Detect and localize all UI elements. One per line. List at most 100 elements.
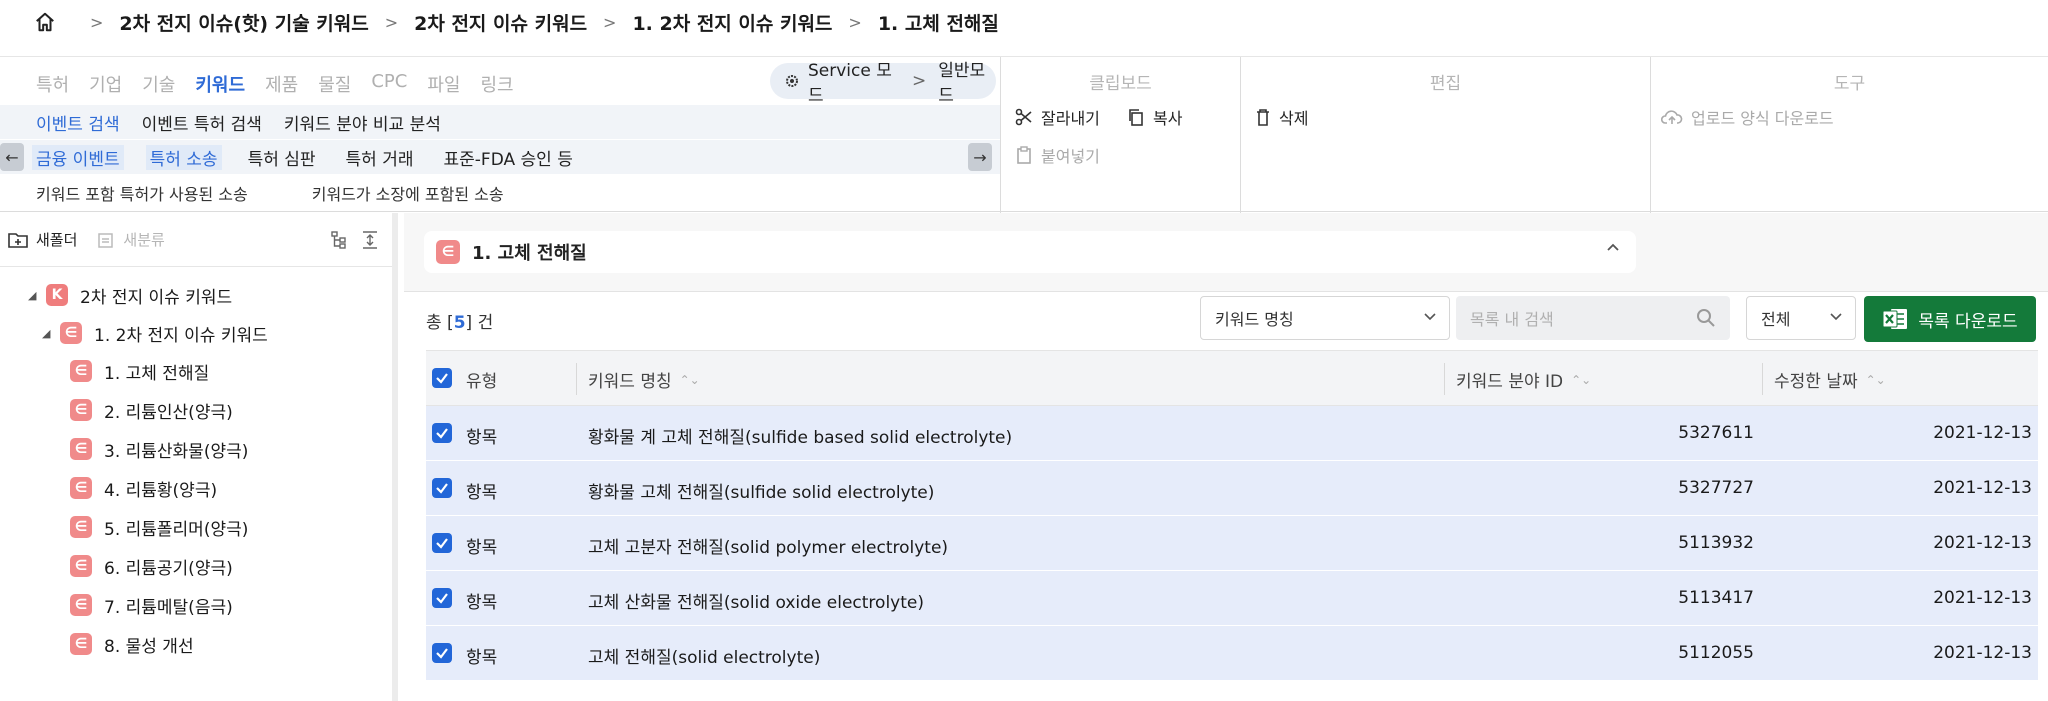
normal-mode-label[interactable]: 일반모드 (938, 56, 996, 106)
menu-event-search[interactable]: 이벤트 검색 (36, 110, 120, 135)
breadcrumb-item[interactable]: 2차 전지 이슈(핫) 기술 키워드 (119, 9, 368, 36)
tab-cpc[interactable]: CPC (371, 71, 407, 97)
expand-triangle-icon[interactable]: ◢ (42, 327, 54, 340)
arrow-right-icon[interactable]: → (968, 143, 992, 171)
menu-patent-litigation[interactable]: 특허 소송 (145, 144, 222, 170)
table-header: 유형 키워드 명칭 ⌃⌄ 키워드 분야 ID ⌃⌄ 수정한 날짜 ⌃⌄ (426, 350, 2038, 406)
home-icon[interactable] (34, 11, 56, 33)
row-keyword-name[interactable]: 고체 고분자 전해질(solid polymer electrolyte) (588, 533, 948, 558)
field-select[interactable]: 키워드 명칭 (1200, 296, 1450, 340)
tree-root[interactable]: ◢ K 2차 전지 이슈 키워드 (28, 281, 232, 309)
collapse-all-icon[interactable] (362, 231, 378, 249)
row-checkbox[interactable] (432, 588, 452, 608)
menu-patent-trial[interactable]: 특허 심판 (244, 145, 320, 170)
tab-file[interactable]: 파일 (427, 71, 460, 97)
breadcrumb-item[interactable]: 2차 전지 이슈 키워드 (414, 9, 587, 36)
tree-node-icon: ∈ (70, 360, 92, 382)
list-download-button[interactable]: 목록 다운로드 (1864, 296, 2036, 342)
tab-keyword[interactable]: 키워드 (195, 71, 245, 97)
chevron-up-icon[interactable] (1606, 242, 1620, 252)
table-row[interactable]: 항목 고체 산화물 전해질(solid oxide electrolyte) 511… (426, 571, 2038, 626)
new-folder-button[interactable]: 새폴더 (8, 229, 77, 250)
search-placeholder: 목록 내 검색 (1470, 310, 1554, 329)
table-row[interactable]: 항목 황화물 고체 전해질(sulfide solid electrolyte) 5… (426, 461, 2038, 516)
row-checkbox[interactable] (432, 478, 452, 498)
clipboard-icon (1015, 146, 1041, 164)
menu-standard-fda[interactable]: 표준-FDA 승인 등 (440, 145, 577, 170)
menu-finance-event[interactable]: 금융 이벤트 (32, 144, 124, 170)
tree-node-icon: ∈ (70, 555, 92, 577)
tree-item[interactable]: ∈ 4. 리튬황(양극) (70, 474, 217, 502)
search-input[interactable]: 목록 내 검색 (1456, 296, 1730, 340)
row-type: 항목 (466, 483, 498, 503)
tree-item[interactable]: ∈ 3. 리튬산화물(양극) (70, 435, 248, 463)
paste-button[interactable]: 붙여넣기 (1015, 143, 1100, 167)
expand-triangle-icon[interactable]: ◢ (28, 289, 40, 302)
row-modified-date: 2021-12-13 (1933, 478, 2032, 498)
menu-litigation-in-complaint[interactable]: 키워드가 소장에 포함된 소송 (312, 181, 504, 205)
menu-litigation-using-patent[interactable]: 키워드 포함 특허가 사용된 소송 (36, 181, 248, 205)
select-all-checkbox[interactable] (432, 368, 452, 388)
column-keyword-name[interactable]: 키워드 명칭 ⌃⌄ (588, 367, 700, 392)
tab-material[interactable]: 물질 (318, 71, 351, 97)
row-checkbox[interactable] (432, 423, 452, 443)
column-modified-date[interactable]: 수정한 날짜 ⌃⌄ (1774, 367, 1886, 392)
delete-button[interactable]: 삭제 (1255, 105, 1308, 129)
tree-item[interactable]: ∈ 7. 리튬메탈(음극) (70, 591, 233, 619)
tree-item[interactable]: ∈ 1. 고체 전해질 (70, 357, 209, 385)
arrow-left-icon[interactable]: ← (0, 143, 24, 171)
row-modified-date: 2021-12-13 (1933, 533, 2032, 553)
tree-item[interactable]: ∈ 2. 리튬인산(양극) (70, 396, 233, 424)
sub-menu-row3: 키워드 포함 특허가 사용된 소송 키워드가 소장에 포함된 소송 (36, 181, 568, 205)
row-keyword-name[interactable]: 황화물 계 고체 전해질(sulfide based solid electro… (588, 423, 1012, 448)
tree-structure-icon[interactable] (330, 231, 348, 249)
row-keyword-name[interactable]: 고체 전해질(solid electrolyte) (588, 643, 820, 668)
column-field-id[interactable]: 키워드 분야 ID ⌃⌄ (1456, 367, 1591, 392)
copy-button[interactable]: 복사 (1127, 105, 1182, 129)
new-category-button[interactable]: 새분류 (97, 229, 165, 250)
cut-button[interactable]: 잘라내기 (1015, 105, 1100, 129)
tab-company[interactable]: 기업 (89, 71, 122, 97)
chevron-down-icon (1423, 309, 1437, 323)
row-type: 항목 (466, 648, 498, 668)
row-keyword-name[interactable]: 황화물 고체 전해질(sulfide solid electrolyte) (588, 478, 934, 503)
tab-patent[interactable]: 특허 (36, 71, 69, 97)
trash-icon (1255, 108, 1279, 126)
row-checkbox[interactable] (432, 643, 452, 663)
sort-icon[interactable]: ⌃⌄ (680, 373, 700, 387)
tree-node-level1[interactable]: ◢ ∈ 1. 2차 전지 이슈 키워드 (42, 319, 268, 347)
table-row[interactable]: 항목 황화물 계 고체 전해질(sulfide based solid elect… (426, 406, 2038, 461)
menu-keyword-field-compare[interactable]: 키워드 분야 비교 분석 (284, 110, 441, 135)
scope-select[interactable]: 전체 (1746, 296, 1856, 340)
row-checkbox[interactable] (432, 533, 452, 553)
tree-node-icon: ∈ (70, 438, 92, 460)
sort-icon[interactable]: ⌃⌄ (1571, 373, 1591, 387)
column-divider (1762, 363, 1763, 395)
sort-icon[interactable]: ⌃⌄ (1866, 373, 1886, 387)
breadcrumb-item[interactable]: 1. 2차 전지 이슈 키워드 (632, 9, 832, 36)
tab-technology[interactable]: 기술 (142, 71, 175, 97)
tree-item[interactable]: ∈ 8. 물성 개선 (70, 630, 194, 658)
mode-toggle[interactable]: Service 모드 > 일반모드 (770, 61, 996, 106)
service-mode-label[interactable]: Service 모드 (808, 56, 900, 106)
tree-node-label: 1. 2차 전지 이슈 키워드 (94, 325, 268, 346)
table-row[interactable]: 항목 고체 고분자 전해질(solid polymer electrolyte) 5… (426, 516, 2038, 571)
tab-link[interactable]: 링크 (480, 71, 513, 97)
tab-product[interactable]: 제품 (265, 71, 298, 97)
row-keyword-name[interactable]: 고체 산화물 전해질(solid oxide electrolyte) (588, 588, 924, 613)
table-row[interactable]: 항목 고체 전해질(solid electrolyte) 5112055 2021-1… (426, 626, 2038, 681)
chevron-right-icon: > (384, 12, 399, 32)
document-plus-icon (97, 231, 123, 249)
main-tabs: 특허 기업 기술 키워드 제품 물질 CPC 파일 링크 (36, 71, 534, 97)
menu-patent-trade[interactable]: 특허 거래 (342, 145, 418, 170)
column-type-label: 유형 (466, 372, 498, 392)
tree-item[interactable]: ∈ 5. 리튬폴리머(양극) (70, 513, 248, 541)
new-category-label: 새분류 (123, 231, 165, 249)
row-modified-date: 2021-12-13 (1933, 423, 2032, 443)
column-type[interactable]: 유형 (466, 367, 497, 392)
tree-item[interactable]: ∈ 6. 리튬공기(양극) (70, 552, 233, 580)
menu-event-patent-search[interactable]: 이벤트 특허 검색 (142, 110, 262, 135)
column-divider (576, 363, 577, 395)
upload-template-download-button[interactable]: 업로드 양식 다운로드 (1661, 105, 1834, 129)
tree-item-label: 2. 리튬인산(양극) (104, 402, 233, 423)
